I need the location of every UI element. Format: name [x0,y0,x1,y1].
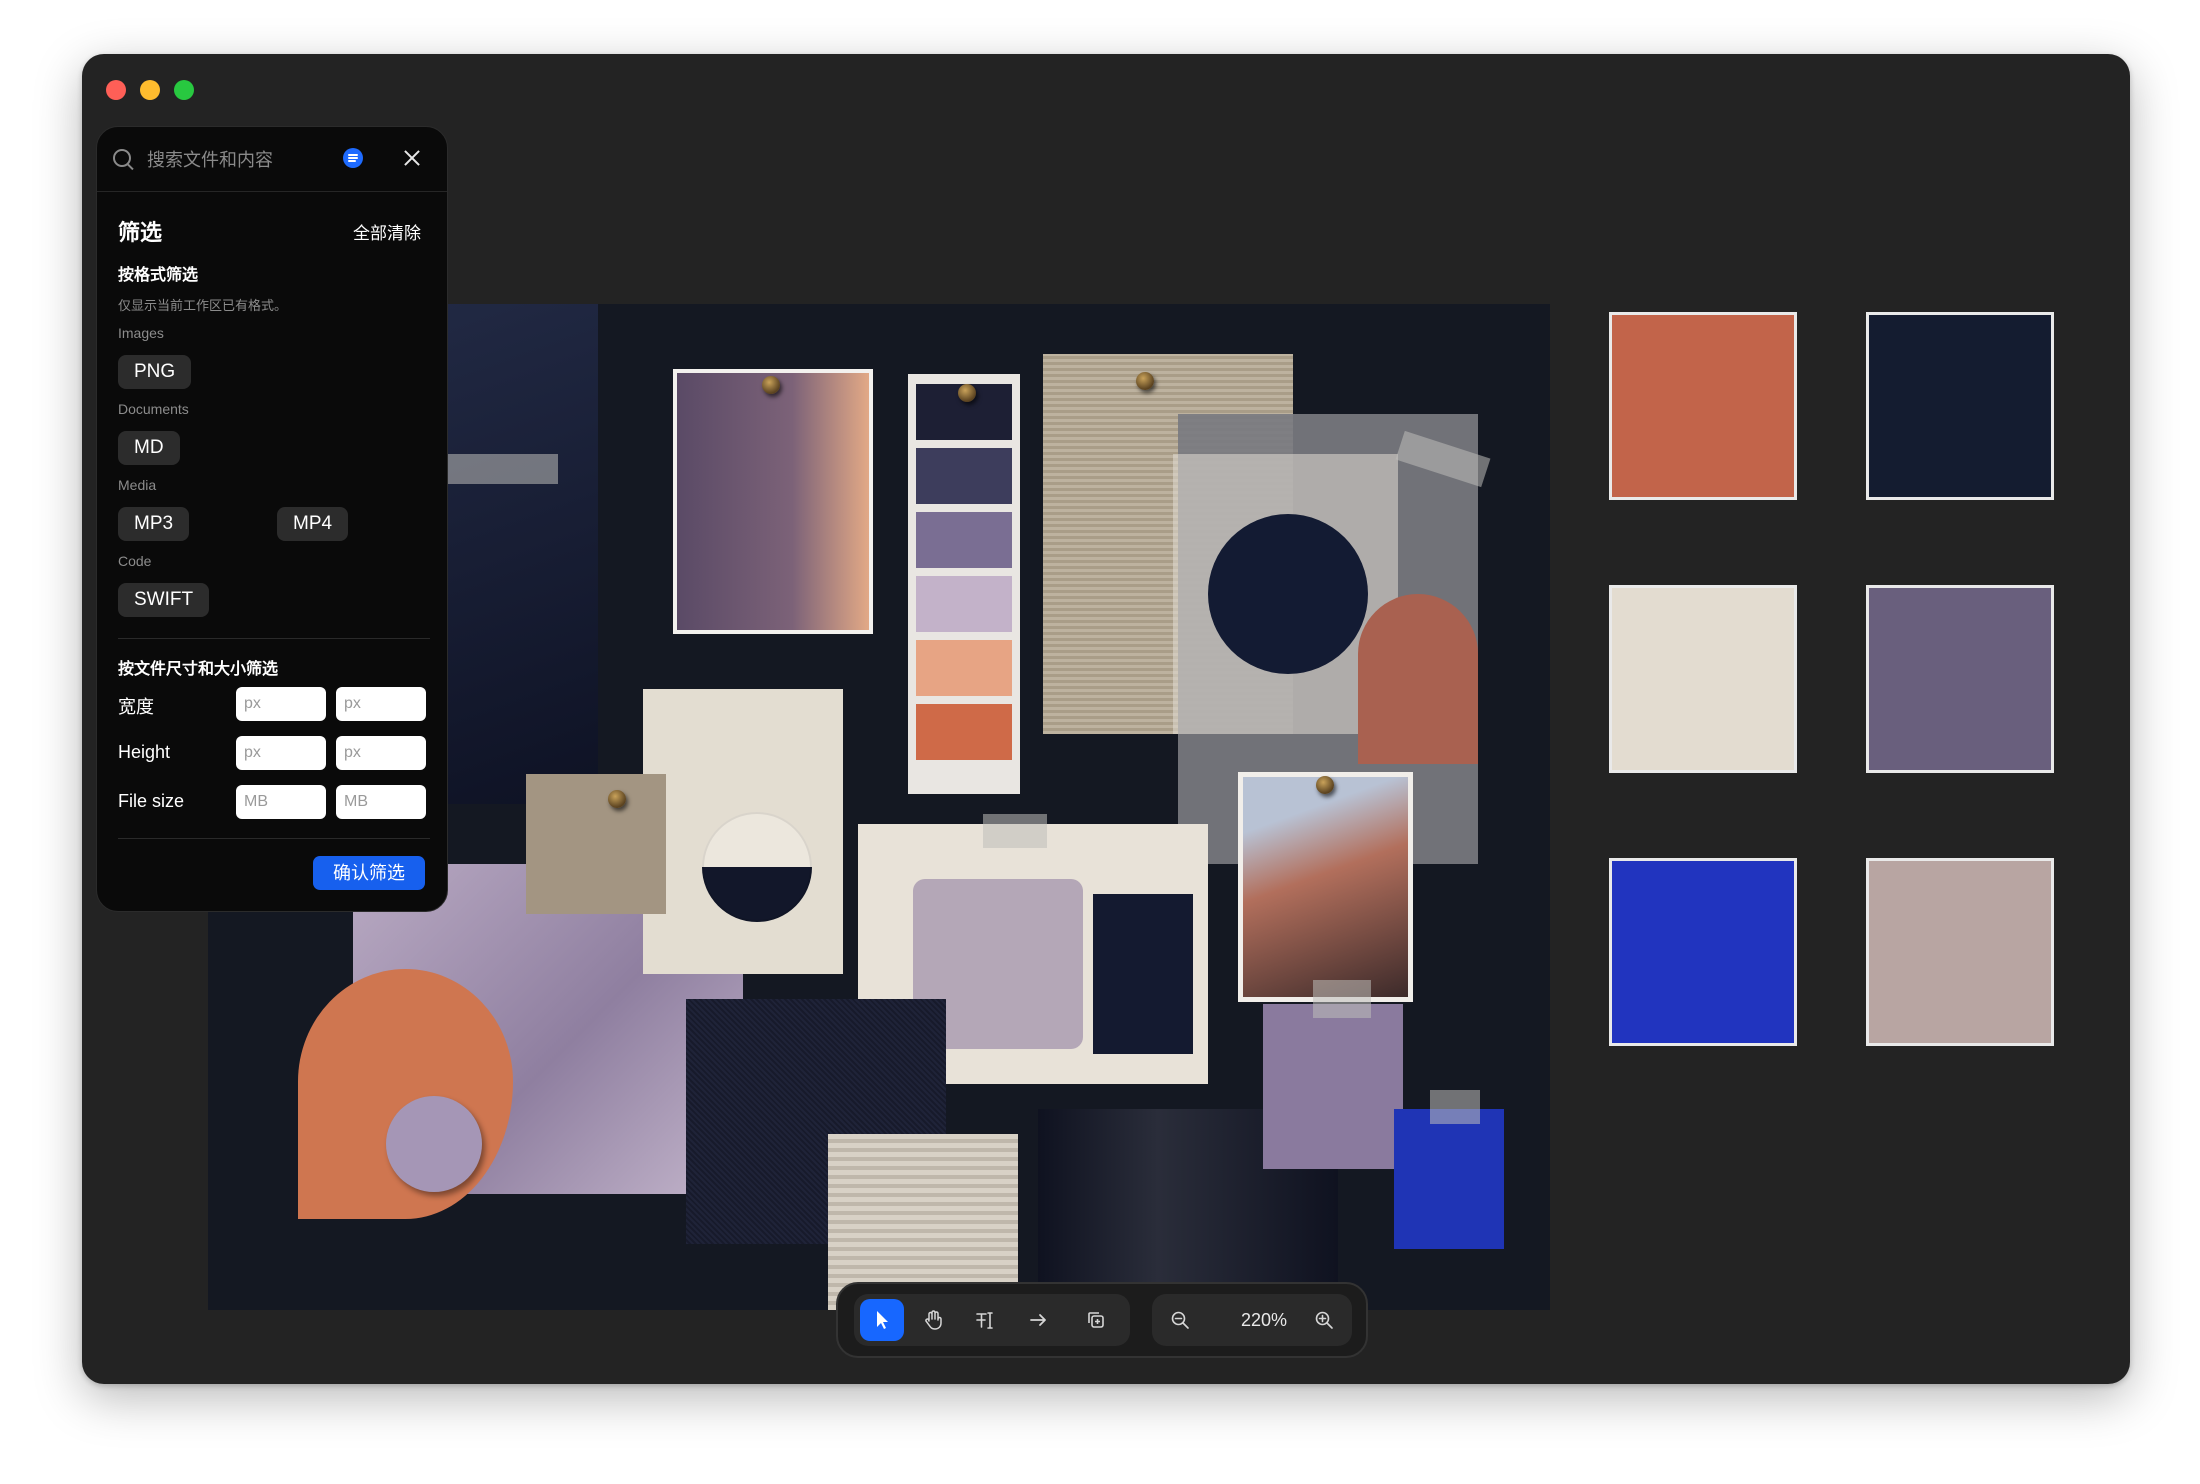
navy-circle [1208,514,1368,674]
height-min-input[interactable] [236,736,326,770]
pin [1136,372,1154,390]
window-close-button[interactable] [106,80,126,100]
divider [118,638,430,639]
search-bar [97,127,447,192]
confirm-filter-button[interactable]: 确认筛选 [313,856,425,890]
color-swatch[interactable] [1609,585,1797,773]
format-chip-swift[interactable]: SWIFT [118,583,210,617]
pin [1316,776,1334,794]
pointer-icon[interactable] [860,1299,904,1341]
format-chip-png[interactable]: PNG [118,355,192,389]
category-label-code: Code [118,553,152,569]
terracotta-arch [1358,594,1478,764]
height-label: Height [118,742,171,762]
category-label-documents: Documents [118,401,189,417]
architecture-photo [1238,772,1413,1002]
pin [762,376,780,394]
tool-group [854,1294,1130,1346]
search-input[interactable] [145,145,329,175]
file-size-label: File size [118,791,185,811]
search-icon [113,149,131,167]
filter-title: 筛选 [118,220,163,245]
format-section-heading: 按格式筛选 [118,267,199,284]
cobalt-paper [1394,1109,1504,1249]
filter-panel: 筛选 全部清除 按格式筛选 仅显示当前工作区已有格式。 Images PNG D… [96,126,448,912]
zoom-group: 220% [1152,1294,1352,1346]
format-chip-mp3[interactable]: MP3 [118,507,190,541]
window-minimize-button[interactable] [140,80,160,100]
purple-paper [1263,1004,1403,1169]
arrow-icon[interactable] [1016,1299,1060,1341]
filter-toggle-icon[interactable] [343,148,363,168]
width-min-input[interactable] [236,687,326,721]
tape-strip [1430,1090,1480,1124]
tape-strip [1313,980,1371,1018]
format-section-hint: 仅显示当前工作区已有格式。 [118,298,288,313]
zoom-level[interactable]: 220% [1228,1294,1300,1346]
zoom-in-icon[interactable] [1302,1299,1346,1341]
height-max-input[interactable] [336,736,426,770]
pin [608,790,626,808]
format-chip-mp4[interactable]: MP4 [277,507,349,541]
navy-brush-stroke [1093,894,1193,1054]
divider [118,838,430,839]
interior-photo [673,369,873,634]
color-strip-card [908,374,1020,794]
category-label-images: Images [118,325,164,341]
color-swatch[interactable] [1609,312,1797,500]
duplicate-icon[interactable] [1074,1299,1118,1341]
color-swatch[interactable] [1866,858,2054,1046]
linen-swatch [526,774,666,914]
lilac-circle [386,1096,482,1192]
size-section-heading: 按文件尺寸和大小筛选 [118,661,279,678]
file-size-min-input[interactable] [236,785,326,819]
app-window: 筛选 全部清除 按格式筛选 仅显示当前工作区已有格式。 Images PNG D… [82,54,2130,1384]
hand-icon[interactable] [912,1299,956,1341]
file-size-max-input[interactable] [336,785,426,819]
pin [958,384,976,402]
zoom-out-icon[interactable] [1158,1299,1202,1341]
half-circle-cutout [702,812,812,922]
width-label: 宽度 [118,697,154,717]
color-swatch[interactable] [1866,312,2054,500]
clear-all-button[interactable]: 全部清除 [353,219,421,244]
window-zoom-button[interactable] [174,80,194,100]
width-max-input[interactable] [336,687,426,721]
text-select-icon[interactable] [964,1299,1008,1341]
tape-strip [983,814,1047,848]
close-icon[interactable] [401,147,423,169]
color-swatch[interactable] [1609,858,1797,1046]
format-chip-md[interactable]: MD [118,431,180,465]
canvas-toolbar: 220% [836,1282,1368,1358]
color-swatch[interactable] [1866,585,2054,773]
category-label-media: Media [118,477,157,493]
